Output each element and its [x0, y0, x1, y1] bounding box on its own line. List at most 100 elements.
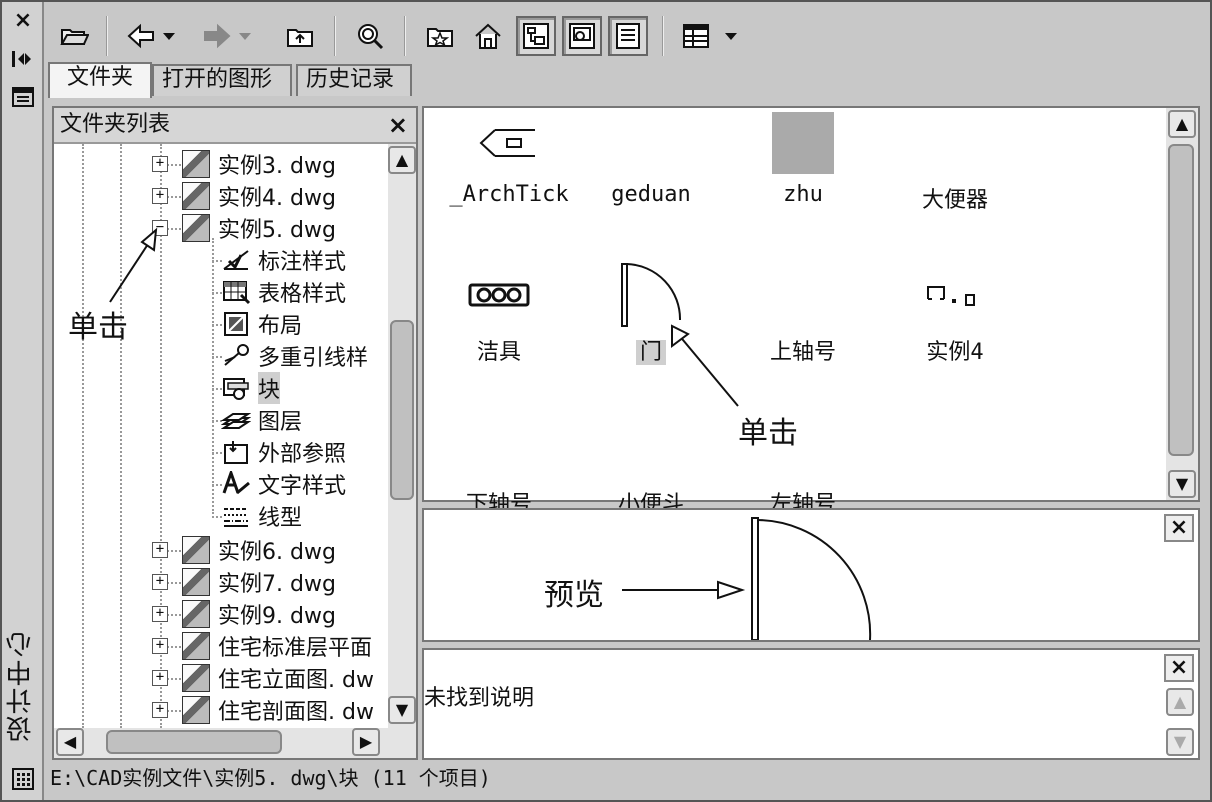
up-button[interactable] — [280, 16, 320, 56]
back-button[interactable] — [124, 16, 158, 56]
design-center-window: × 设计中心 文件夹 打开的图形 历史记录 文件夹列表 × + 实例3. dwg… — [0, 0, 1212, 802]
favorites-button[interactable] — [420, 16, 460, 56]
home-icon — [475, 23, 501, 49]
forward-button[interactable] — [200, 16, 234, 56]
views-dropdown-button[interactable] — [720, 16, 742, 56]
preview-close-button[interactable]: × — [1164, 514, 1194, 542]
palette-close-button[interactable]: × — [10, 8, 36, 34]
scroll-down-button[interactable]: ▼ — [1166, 728, 1194, 756]
tree-node-label-selected: 块 — [258, 372, 281, 404]
description-toggle-button[interactable] — [608, 16, 648, 56]
expand-toggle[interactable]: + — [152, 606, 168, 622]
tree-node-xrefs[interactable]: 外部参照 — [220, 436, 346, 468]
tree-toggle-button[interactable] — [516, 16, 556, 56]
views-button[interactable] — [676, 16, 716, 56]
tree-node-dwg-expanded[interactable]: 实例5. dwg — [182, 212, 336, 244]
auto-hide-icon[interactable] — [10, 48, 36, 74]
tree-node-layouts[interactable]: 布局 — [220, 308, 302, 340]
tab-open-drawings[interactable]: 打开的图形 — [152, 64, 292, 96]
scroll-down-button[interactable]: ▼ — [388, 696, 416, 724]
tree-node-text-styles[interactable]: 文字样式 — [220, 468, 346, 500]
scroll-up-button[interactable]: ▲ — [388, 146, 416, 174]
block-item[interactable]: _ArchTick — [434, 112, 584, 207]
expand-toggle[interactable]: + — [152, 638, 168, 654]
load-button[interactable] — [54, 16, 94, 56]
block-item[interactable]: 实例4 — [880, 264, 1030, 366]
search-icon — [358, 24, 384, 50]
description-text: 未找到说明 — [424, 686, 535, 711]
tab-folders[interactable]: 文件夹 — [48, 62, 152, 98]
tree-node-dwg[interactable]: 住宅标准层平面 — [182, 630, 372, 662]
block-item[interactable]: 下轴号 — [424, 416, 574, 518]
tree-node-dimension-styles[interactable]: 标注样式 — [220, 244, 346, 276]
tree-node-dwg[interactable]: 实例7. dwg — [182, 566, 336, 598]
block-label: 实例4 — [926, 340, 984, 365]
expand-toggle[interactable]: + — [152, 702, 168, 718]
toilet-icon — [880, 112, 1030, 174]
scroll-up-button[interactable]: ▲ — [1166, 688, 1194, 716]
fixture-icon — [424, 264, 574, 326]
expand-toggle[interactable]: + — [152, 156, 168, 172]
preview-toggle-button[interactable] — [562, 16, 602, 56]
grip-icon — [10, 768, 36, 794]
scroll-thumb[interactable] — [390, 320, 414, 500]
expand-toggle[interactable]: + — [152, 542, 168, 558]
palette-title: 设计中心 — [6, 630, 36, 742]
forward-dropdown-button[interactable] — [234, 16, 256, 56]
tree-node-dwg[interactable]: 实例4. dwg — [182, 180, 336, 212]
expand-toggle[interactable]: + — [152, 670, 168, 686]
favorites-folder-icon — [427, 28, 453, 47]
tab-history[interactable]: 历史记录 — [296, 64, 412, 96]
dwg-file-icon — [182, 600, 210, 628]
multileader-icon — [220, 342, 252, 370]
tree-node-table-styles[interactable]: 表格样式 — [220, 276, 346, 308]
content-vertical-scrollbar[interactable]: ▲ ▼ — [1166, 108, 1198, 500]
tree-node-dwg[interactable]: 实例9. dwg — [182, 598, 336, 630]
tree-node-linetypes[interactable]: 线型 — [220, 500, 302, 532]
block-item[interactable]: 小便斗 — [576, 416, 726, 518]
tree-node-dwg[interactable]: 住宅立面图. dw — [182, 662, 374, 694]
tree-node-dwg[interactable]: 住宅剖面图. dw — [182, 694, 374, 726]
tree-node-dwg[interactable]: 实例6. dwg — [182, 534, 336, 566]
arrow-right-icon — [204, 23, 231, 49]
block-item[interactable]: geduan — [576, 112, 726, 207]
block-item[interactable]: 大便器 — [880, 112, 1030, 214]
tree-node-dwg[interactable]: 实例3. dwg — [182, 148, 336, 180]
expand-toggle[interactable]: + — [152, 188, 168, 204]
back-dropdown-button[interactable] — [158, 16, 180, 56]
tree-node-layers[interactable]: 图层 — [220, 404, 302, 436]
content-area: _ArchTick geduan zhu 大便器 洁具 门 上轴号 实例4 下轴… — [422, 106, 1200, 517]
scroll-thumb[interactable] — [1168, 144, 1194, 456]
dwg-file-icon — [182, 214, 210, 242]
tree-node-multileader-styles[interactable]: 多重引线样 — [220, 340, 368, 372]
block-item[interactable]: 洁具 — [424, 264, 574, 366]
block-item[interactable]: zhu — [728, 112, 878, 207]
dwg-file-icon — [182, 568, 210, 596]
scroll-thumb[interactable] — [106, 730, 282, 754]
scroll-up-button[interactable]: ▲ — [1168, 110, 1196, 138]
search-button[interactable] — [350, 16, 390, 56]
properties-icon[interactable] — [10, 86, 36, 112]
tree-horizontal-scrollbar[interactable]: ◀ ▶ — [54, 728, 416, 758]
column-icon — [728, 112, 878, 174]
block-label: 大便器 — [921, 188, 988, 213]
scroll-left-button[interactable]: ◀ — [56, 728, 84, 756]
status-bar: E:\CAD实例文件\实例5. dwg\块 (11 个项目) — [50, 766, 491, 790]
tree-node-blocks[interactable]: 块 — [220, 372, 281, 404]
folder-list-close-button[interactable]: × — [388, 108, 408, 142]
layout-icon — [220, 310, 252, 338]
block-label: 上轴号 — [769, 340, 836, 365]
collapse-toggle[interactable]: − — [152, 220, 168, 236]
dwg-file-icon — [182, 632, 210, 660]
description-close-button[interactable]: × — [1164, 654, 1194, 682]
expand-toggle[interactable]: + — [152, 574, 168, 590]
block-item-selected[interactable]: 门 — [576, 263, 726, 366]
tree-vertical-scrollbar[interactable]: ▲ ▼ — [388, 144, 416, 728]
block-item[interactable]: 上轴号 — [728, 264, 878, 366]
main-area: 文件夹 打开的图形 历史记录 文件夹列表 × + 实例3. dwg + 实例4.… — [44, 2, 1210, 800]
tree-node-label: 实例7. dwg — [218, 572, 336, 597]
home-button[interactable] — [468, 16, 508, 56]
scroll-down-button[interactable]: ▼ — [1168, 470, 1196, 498]
folder-open-icon — [60, 29, 89, 45]
scroll-right-button[interactable]: ▶ — [352, 728, 380, 756]
